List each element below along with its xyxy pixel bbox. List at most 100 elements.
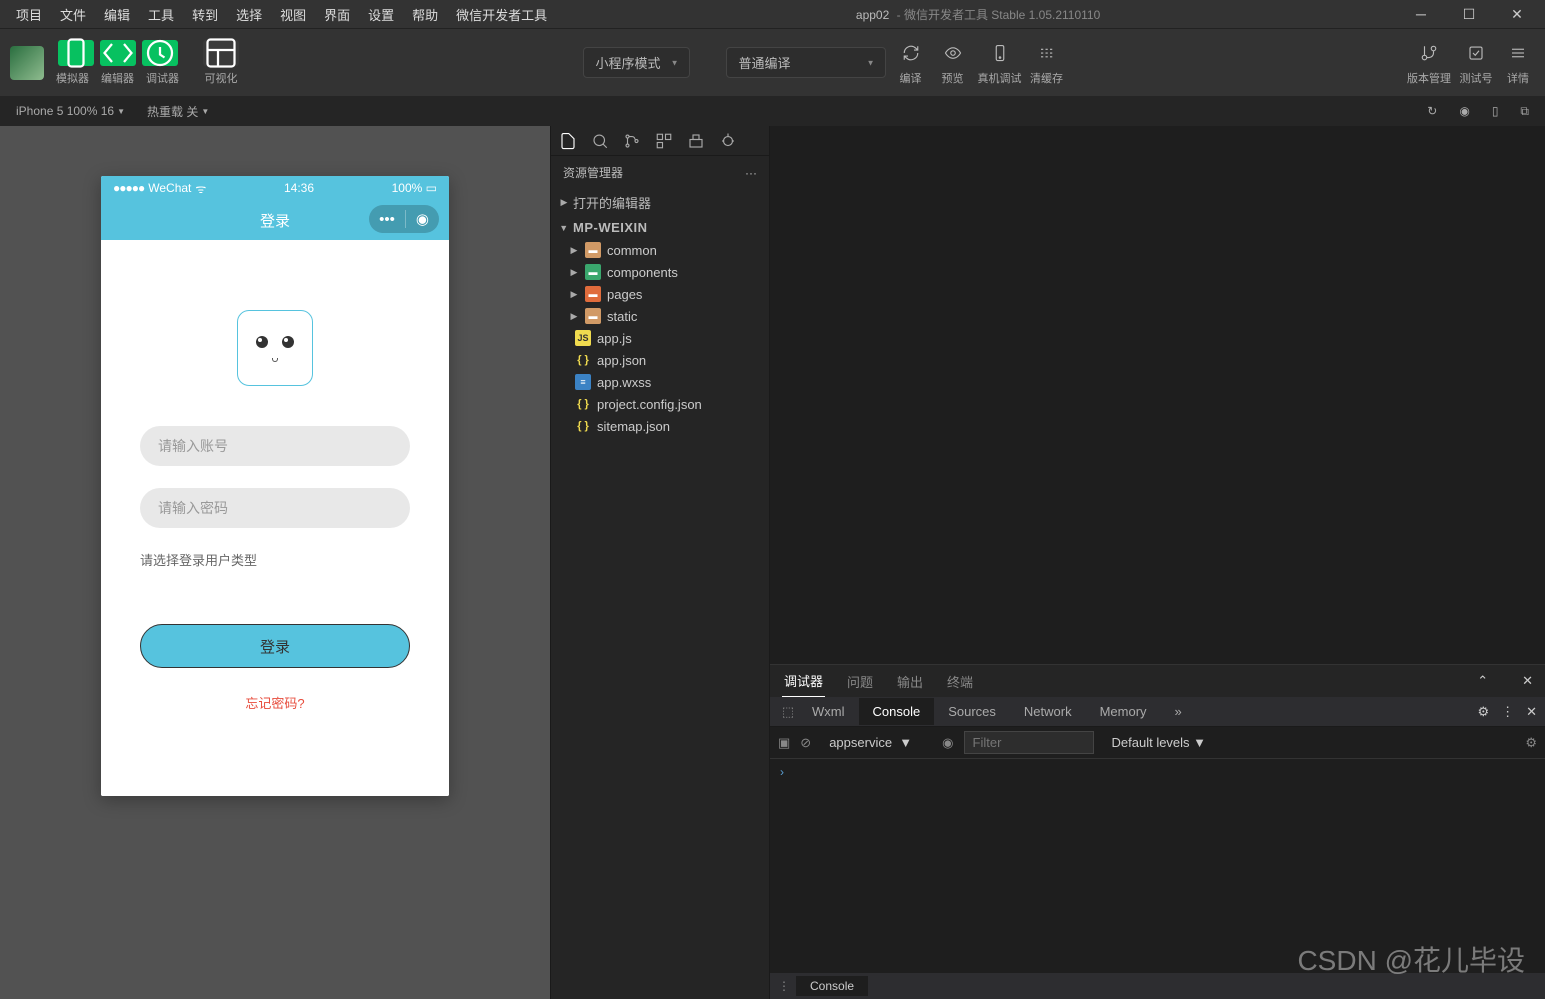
tab-memory[interactable]: Memory bbox=[1086, 698, 1161, 725]
panel-close-icon[interactable]: ✕ bbox=[1522, 673, 1533, 689]
window-icon[interactable]: ⧉ bbox=[1514, 102, 1535, 121]
version-button[interactable] bbox=[1412, 40, 1446, 66]
tab-console[interactable]: Console bbox=[859, 698, 935, 725]
open-editors-section[interactable]: ▶打开的编辑器 bbox=[551, 189, 769, 216]
tab-problems[interactable]: 问题 bbox=[845, 666, 875, 697]
git-icon[interactable] bbox=[623, 132, 641, 150]
editor-label[interactable]: 编辑器 bbox=[101, 70, 134, 86]
debugger-label[interactable]: 调试器 bbox=[146, 70, 179, 86]
compile-select[interactable]: 普通编译 bbox=[726, 47, 886, 78]
debugger-panel: 调试器 问题 输出 终端 ⌃ ✕ ⬚ Wxml Console Sources … bbox=[770, 664, 1545, 999]
menu-goto[interactable]: 转到 bbox=[184, 2, 226, 27]
log-levels-select[interactable]: Default levels ▼ bbox=[1104, 732, 1221, 753]
clear-cache-button[interactable] bbox=[1030, 40, 1064, 66]
file-tree: ▶打开的编辑器 ▼MP-WEIXIN ▶▬common ▶▬components… bbox=[551, 189, 769, 999]
tabs-overflow-icon[interactable]: » bbox=[1161, 698, 1196, 725]
tab-terminal[interactable]: 终端 bbox=[945, 666, 975, 697]
details-button[interactable] bbox=[1501, 40, 1535, 66]
file-sitemap-json[interactable]: { }sitemap.json bbox=[551, 415, 769, 437]
menu-project[interactable]: 项目 bbox=[8, 2, 50, 27]
bug-icon[interactable] bbox=[719, 132, 737, 150]
folder-static[interactable]: ▶▬static bbox=[551, 305, 769, 327]
testnum-button[interactable] bbox=[1459, 40, 1493, 66]
folder-pages[interactable]: ▶▬pages bbox=[551, 283, 769, 305]
capsule-close-icon[interactable]: ◉ bbox=[416, 210, 429, 228]
menu-edit[interactable]: 编辑 bbox=[96, 2, 138, 27]
stop-icon[interactable]: ◉ bbox=[1453, 102, 1475, 120]
main-toolbar: 模拟器 编辑器 调试器 可视化 小程序模式 普通编译 编译 预览 真机调试 清缓… bbox=[0, 28, 1545, 96]
close-button[interactable]: ✕ bbox=[1497, 4, 1537, 24]
visualize-label[interactable]: 可视化 bbox=[205, 70, 238, 86]
file-app-wxss[interactable]: ≡app.wxss bbox=[551, 371, 769, 393]
phone-icon[interactable]: ▯ bbox=[1486, 102, 1505, 120]
preview-label: 预览 bbox=[942, 70, 964, 86]
titlebar: 项目 文件 编辑 工具 转到 选择 视图 界面 设置 帮助 微信开发者工具 ap… bbox=[0, 0, 1545, 28]
nav-capsule: ••• ◉ bbox=[369, 205, 439, 233]
build-icon[interactable] bbox=[687, 132, 705, 150]
user-avatar[interactable] bbox=[10, 46, 44, 80]
simulator-toggle[interactable] bbox=[58, 40, 94, 66]
console-toolbar: ▣ ⊘ appservice ▼ ◉ Default levels ▼ ⚙ bbox=[770, 727, 1545, 759]
context-select[interactable]: appservice ▼ bbox=[821, 732, 932, 753]
real-debug-label: 真机调试 bbox=[978, 70, 1022, 86]
menu-tools[interactable]: 工具 bbox=[140, 2, 182, 27]
simulator-panel: ●●●●● WeChatᯤ 14:36 100% ▭ 登录 ••• ◉ 请选择登… bbox=[0, 126, 550, 999]
folder-components[interactable]: ▶▬components bbox=[551, 261, 769, 283]
extensions-icon[interactable] bbox=[655, 132, 673, 150]
drawer-console-tab[interactable]: Console bbox=[796, 976, 868, 996]
refresh-icon[interactable]: ↻ bbox=[1421, 102, 1443, 120]
password-input[interactable] bbox=[140, 488, 410, 528]
live-expression-icon[interactable]: ◉ bbox=[942, 735, 953, 751]
file-app-js[interactable]: JSapp.js bbox=[551, 327, 769, 349]
simulator-label[interactable]: 模拟器 bbox=[56, 70, 89, 86]
battery-label: 100% bbox=[392, 181, 423, 195]
menu-select[interactable]: 选择 bbox=[228, 2, 270, 27]
compile-button[interactable] bbox=[894, 40, 928, 66]
minimize-button[interactable]: ─ bbox=[1401, 4, 1441, 24]
menu-view[interactable]: 视图 bbox=[272, 2, 314, 27]
panel-collapse-icon[interactable]: ⌃ bbox=[1477, 673, 1488, 689]
devtools-more-icon[interactable]: ⋮ bbox=[1501, 704, 1514, 720]
mode-select[interactable]: 小程序模式 bbox=[583, 47, 690, 78]
username-input[interactable] bbox=[140, 426, 410, 466]
devtools-settings-icon[interactable]: ⚙ bbox=[1477, 704, 1489, 720]
login-button[interactable]: 登录 bbox=[140, 624, 410, 668]
hot-reload-toggle[interactable]: 热重载 关 ▼ bbox=[141, 101, 215, 122]
drawer-more-icon[interactable]: ⋮ bbox=[778, 979, 790, 993]
console-settings-icon[interactable]: ⚙ bbox=[1525, 735, 1537, 751]
menu-file[interactable]: 文件 bbox=[52, 2, 94, 27]
forgot-password-link[interactable]: 忘记密码? bbox=[245, 693, 304, 712]
user-type-label: 请选择登录用户类型 bbox=[140, 550, 410, 569]
files-icon[interactable] bbox=[559, 132, 577, 150]
visualize-toggle[interactable] bbox=[203, 40, 239, 66]
tab-network[interactable]: Network bbox=[1010, 698, 1086, 725]
menu-devtools[interactable]: 微信开发者工具 bbox=[448, 2, 555, 27]
search-icon[interactable] bbox=[591, 132, 609, 150]
clear-console-icon[interactable]: ⊘ bbox=[800, 735, 811, 751]
capsule-menu-icon[interactable]: ••• bbox=[379, 211, 395, 228]
tab-output[interactable]: 输出 bbox=[895, 666, 925, 697]
tab-debugger[interactable]: 调试器 bbox=[782, 665, 825, 697]
menu-interface[interactable]: 界面 bbox=[316, 2, 358, 27]
inspect-icon[interactable]: ⬚ bbox=[778, 704, 798, 720]
console-output[interactable]: › bbox=[770, 759, 1545, 973]
file-app-json[interactable]: { }app.json bbox=[551, 349, 769, 371]
real-debug-button[interactable] bbox=[983, 40, 1017, 66]
menu-help[interactable]: 帮助 bbox=[404, 2, 446, 27]
tab-sources[interactable]: Sources bbox=[934, 698, 1010, 725]
device-select[interactable]: iPhone 5 100% 16 ▼ bbox=[10, 102, 131, 120]
tab-wxml[interactable]: Wxml bbox=[798, 698, 859, 725]
devtools-close-icon[interactable]: ✕ bbox=[1526, 704, 1537, 720]
file-project-config[interactable]: { }project.config.json bbox=[551, 393, 769, 415]
explorer-more-icon[interactable]: ··· bbox=[745, 166, 757, 180]
project-section[interactable]: ▼MP-WEIXIN bbox=[551, 216, 769, 239]
main-area: ●●●●● WeChatᯤ 14:36 100% ▭ 登录 ••• ◉ 请选择登… bbox=[0, 126, 1545, 999]
debugger-toggle[interactable] bbox=[142, 40, 178, 66]
editor-toggle[interactable] bbox=[100, 40, 136, 66]
console-filter-input[interactable] bbox=[964, 731, 1094, 754]
preview-button[interactable] bbox=[936, 40, 970, 66]
maximize-button[interactable]: ☐ bbox=[1449, 4, 1489, 24]
folder-common[interactable]: ▶▬common bbox=[551, 239, 769, 261]
sidebar-toggle-icon[interactable]: ▣ bbox=[778, 735, 790, 751]
menu-settings[interactable]: 设置 bbox=[360, 2, 402, 27]
